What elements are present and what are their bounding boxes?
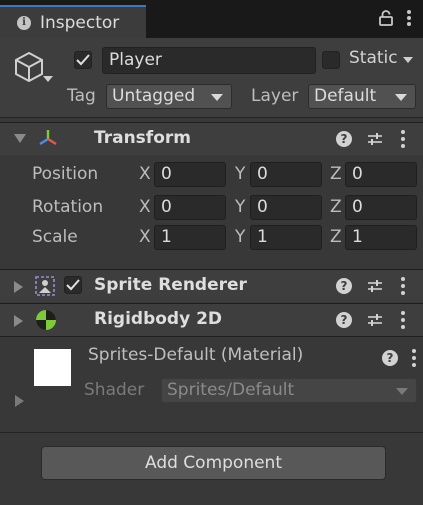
foldout-expanded-icon[interactable]: [14, 134, 26, 143]
component-tools: ?: [336, 311, 405, 329]
active-checkbox[interactable]: [74, 51, 92, 69]
transform-component-header[interactable]: Transform ?: [0, 122, 423, 155]
scale-y-field[interactable]: 1: [250, 225, 322, 250]
transform-body: Position X 0 Y 0 Z 0 Rotation X 0 Y 0 Z …: [0, 155, 423, 268]
layer-dropdown[interactable]: Default: [308, 84, 416, 109]
material-section: Sprites-Default (Material) ? Shader Spri…: [0, 336, 423, 432]
component-tools: ?: [336, 130, 405, 148]
check-icon: [66, 279, 80, 291]
presets-sliders-icon[interactable]: [367, 278, 383, 294]
rotation-y-field[interactable]: 0: [250, 195, 322, 220]
tag-label: Tag: [67, 86, 96, 106]
tab-bar: i Inspector: [0, 0, 423, 38]
transform-axes-icon: [39, 130, 57, 146]
scale-z-field[interactable]: 1: [345, 225, 417, 250]
component-tools: ?: [336, 277, 405, 295]
check-icon: [76, 54, 90, 66]
axis-x-label[interactable]: X: [139, 227, 151, 247]
presets-sliders-icon[interactable]: [367, 312, 383, 328]
info-icon: i: [17, 15, 31, 30]
shader-dropdown[interactable]: Sprites/Default: [161, 378, 417, 403]
material-preview-thumbnail[interactable]: [34, 349, 71, 386]
help-icon[interactable]: ?: [382, 350, 398, 366]
position-x-field[interactable]: 0: [154, 162, 226, 187]
axis-y-label[interactable]: Y: [235, 164, 245, 184]
axis-y-label[interactable]: Y: [235, 197, 245, 217]
material-tools: ?: [382, 349, 416, 367]
layer-label: Layer: [251, 86, 299, 106]
shader-label: Shader: [84, 380, 145, 400]
component-title: Sprite Renderer: [94, 275, 247, 295]
kebab-menu-icon[interactable]: [407, 10, 411, 26]
rotation-x-field[interactable]: 0: [154, 195, 226, 220]
sprite-renderer-enabled-checkbox[interactable]: [64, 276, 82, 294]
rotation-label: Rotation: [32, 197, 104, 217]
rigidbody-2d-component-header[interactable]: Rigidbody 2D ?: [0, 303, 423, 336]
kebab-menu-icon[interactable]: [401, 130, 405, 148]
static-label: Static: [349, 48, 398, 68]
chevron-down-icon: [395, 94, 407, 101]
position-label: Position: [32, 164, 99, 184]
gameobject-header: Player Static Tag Untagged Layer Default: [0, 38, 423, 118]
position-y-field[interactable]: 0: [250, 162, 322, 187]
tag-value: Untagged: [112, 86, 196, 106]
help-icon[interactable]: ?: [336, 312, 352, 328]
help-icon[interactable]: ?: [336, 131, 352, 147]
foldout-collapsed-icon[interactable]: [14, 315, 23, 327]
axis-x-label[interactable]: X: [139, 197, 151, 217]
axis-z-label[interactable]: Z: [330, 164, 342, 184]
gameobject-cube-icon[interactable]: [12, 50, 46, 84]
rigidbody-2d-icon: [36, 310, 56, 330]
component-title: Rigidbody 2D: [94, 309, 223, 329]
kebab-menu-icon[interactable]: [401, 311, 405, 329]
sprite-renderer-icon: [35, 276, 55, 296]
kebab-menu-icon[interactable]: [412, 349, 416, 367]
static-dropdown-arrow-icon[interactable]: [403, 57, 413, 63]
scale-label: Scale: [32, 227, 78, 247]
axis-y-label[interactable]: Y: [235, 227, 245, 247]
sprite-renderer-component-header[interactable]: Sprite Renderer ?: [0, 269, 423, 302]
tag-dropdown[interactable]: Untagged: [106, 84, 232, 109]
chevron-down-icon: [396, 388, 408, 395]
component-title: Transform: [94, 128, 191, 148]
scale-x-field[interactable]: 1: [154, 225, 226, 250]
object-name-input[interactable]: Player: [102, 47, 316, 74]
lock-icon[interactable]: [379, 10, 393, 26]
kebab-menu-icon[interactable]: [401, 277, 405, 295]
tab-inspector[interactable]: i Inspector: [0, 5, 146, 38]
layer-value: Default: [314, 86, 377, 106]
tab-title: Inspector: [40, 12, 120, 33]
shader-value: Sprites/Default: [167, 380, 295, 400]
foldout-collapsed-icon[interactable]: [14, 281, 23, 293]
foldout-collapsed-icon[interactable]: [15, 395, 24, 407]
add-component-button[interactable]: Add Component: [41, 446, 386, 480]
divider: [0, 432, 423, 433]
axis-z-label[interactable]: Z: [330, 227, 342, 247]
tab-tools: [379, 10, 411, 26]
chevron-down-icon[interactable]: [43, 76, 53, 83]
chevron-down-icon: [211, 94, 223, 101]
help-icon[interactable]: ?: [336, 278, 352, 294]
presets-sliders-icon[interactable]: [367, 131, 383, 147]
axis-z-label[interactable]: Z: [330, 197, 342, 217]
axis-x-label[interactable]: X: [139, 164, 151, 184]
rotation-z-field[interactable]: 0: [345, 195, 417, 220]
position-z-field[interactable]: 0: [345, 162, 417, 187]
static-checkbox[interactable]: [322, 51, 340, 69]
material-title: Sprites-Default (Material): [88, 345, 304, 365]
